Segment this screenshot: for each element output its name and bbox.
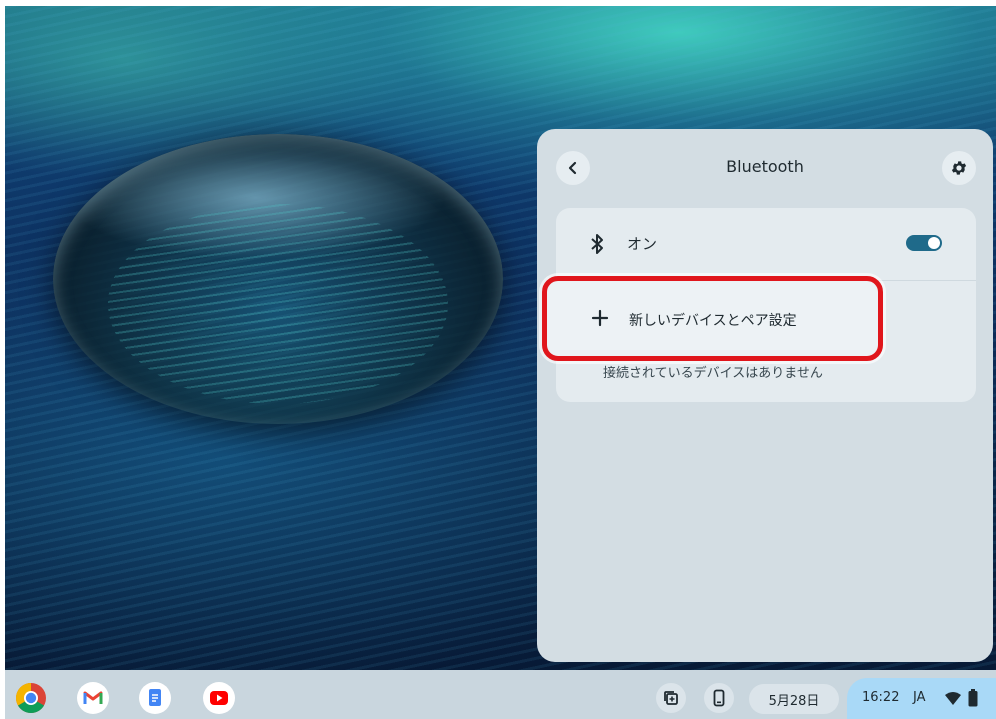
shelf: 5月28日 16:22 JA <box>5 670 996 719</box>
bluetooth-toggle-label: オン <box>627 235 658 253</box>
date-button[interactable]: 5月28日 <box>749 684 839 714</box>
gmail-icon <box>83 691 103 704</box>
gmail-app-icon[interactable] <box>77 682 109 714</box>
toggle-knob <box>928 237 940 249</box>
wallpaper-droplet <box>53 134 503 424</box>
panel-title: Bluetooth <box>726 157 804 176</box>
gear-icon <box>951 161 967 175</box>
plus-icon <box>591 309 609 327</box>
chrome-app-icon[interactable] <box>15 682 47 714</box>
panel-header: Bluetooth <box>537 129 993 205</box>
docs-app-icon[interactable] <box>139 682 171 714</box>
no-devices-text: 接続されているデバイスはありません <box>603 366 823 381</box>
tote-button[interactable] <box>656 683 686 713</box>
bluetooth-panel: Bluetooth オン 接続されているデバイスはありません <box>537 129 993 662</box>
bluetooth-settings-button[interactable] <box>942 151 976 185</box>
battery-icon <box>968 689 978 707</box>
youtube-icon <box>210 691 228 705</box>
youtube-app-icon[interactable] <box>203 682 235 714</box>
bluetooth-toggle-switch[interactable] <box>906 235 942 251</box>
phone-hub-button[interactable] <box>704 683 734 713</box>
chrome-icon <box>15 683 46 714</box>
pair-new-device-label: 新しいデバイスとペア設定 <box>629 313 797 329</box>
date-label: 5月28日 <box>768 693 820 709</box>
tote-icon <box>664 691 678 705</box>
bluetooth-toggle-row[interactable]: オン <box>556 208 976 280</box>
pair-new-device-button[interactable]: 新しいデバイスとペア設定 <box>542 276 883 361</box>
status-area-button[interactable]: 16:22 JA <box>847 678 996 719</box>
bluetooth-icon <box>591 234 603 254</box>
clock-time: 16:22 <box>862 690 900 705</box>
phone-icon <box>713 689 725 707</box>
ime-indicator: JA <box>913 690 926 705</box>
docs-icon <box>149 689 161 706</box>
wifi-icon <box>945 692 961 705</box>
